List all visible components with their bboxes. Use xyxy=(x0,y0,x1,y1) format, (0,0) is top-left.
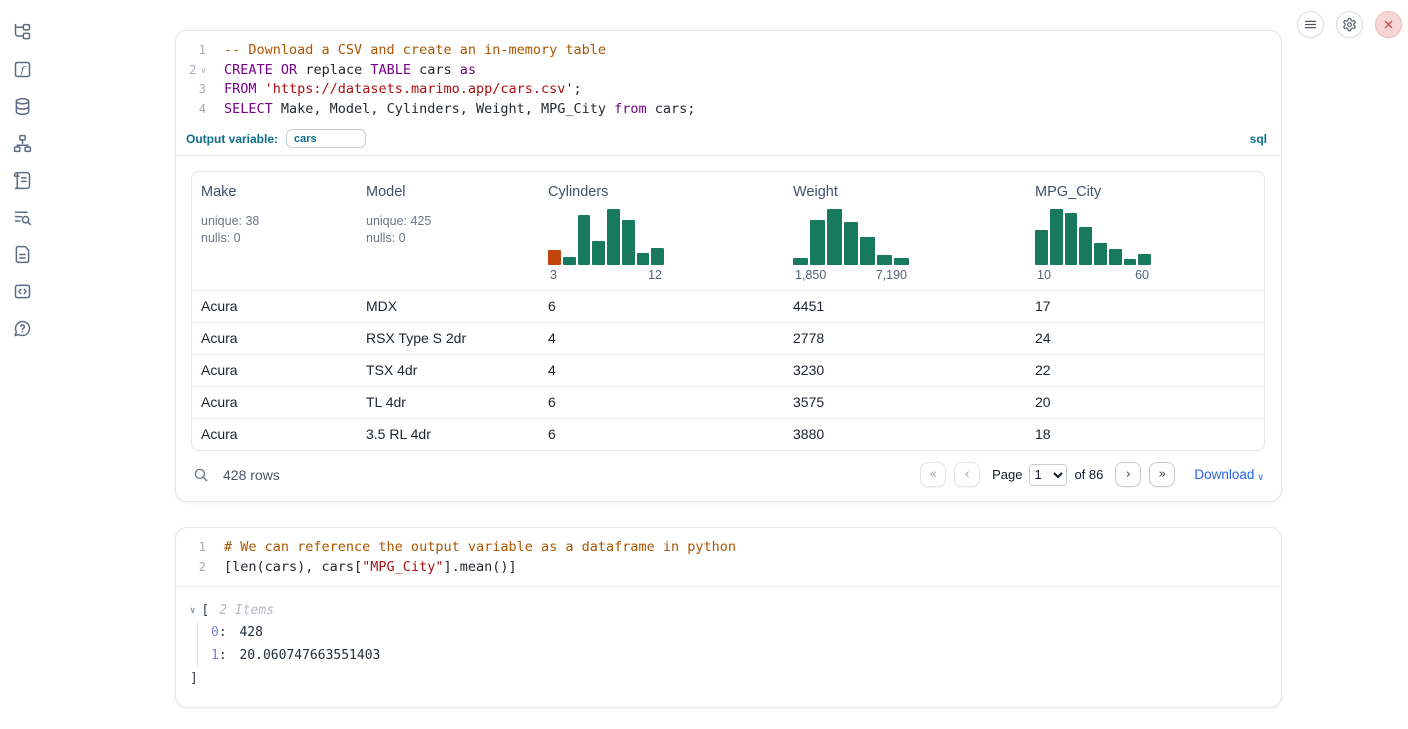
previous-page-button[interactable]: ‹ xyxy=(954,462,980,487)
database-icon[interactable] xyxy=(12,96,33,117)
search-icon[interactable] xyxy=(192,466,210,484)
menu-button[interactable] xyxy=(1297,11,1324,38)
python-cell: 1# We can reference the output variable … xyxy=(175,527,1282,708)
mpg-axis-max: 60 xyxy=(1135,268,1149,282)
column-header-cylinders[interactable]: Cylinders 3 12 xyxy=(539,184,784,290)
table-footer: 428 rows « ‹ Page 1 of 86 › » Download xyxy=(176,451,1281,501)
row-count: 428 rows xyxy=(223,467,280,483)
menu-icon xyxy=(1303,17,1318,32)
table-row[interactable]: Acura RSX Type S 2dr 4 2778 24 xyxy=(192,322,1264,354)
window-controls xyxy=(1297,11,1402,38)
help-icon[interactable] xyxy=(12,318,33,339)
items-count-label: 2 Items xyxy=(219,603,274,618)
collapse-icon[interactable] xyxy=(190,606,195,616)
shutdown-button[interactable] xyxy=(1375,11,1402,38)
notebook: 1-- Download a CSV and create an in-memo… xyxy=(175,30,1282,708)
page-select[interactable]: 1 xyxy=(1029,464,1067,486)
column-header-model[interactable]: Model unique: 425 nulls: 0 xyxy=(357,184,539,290)
result-table: Make unique: 38 nulls: 0 Model unique: 4… xyxy=(191,171,1265,451)
mpg-axis-min: 10 xyxy=(1037,268,1051,282)
column-header-weight[interactable]: Weight 1,850 7,190 xyxy=(784,184,1026,290)
text-search-icon[interactable] xyxy=(12,207,33,228)
gear-icon xyxy=(1342,17,1357,32)
snippets-icon[interactable] xyxy=(12,281,33,302)
weight-histogram xyxy=(793,209,909,265)
column-header-make[interactable]: Make unique: 38 nulls: 0 xyxy=(192,184,357,290)
svg-text:f: f xyxy=(19,64,26,76)
dependency-graph-icon[interactable] xyxy=(12,133,33,154)
list-item: 1: 20.060747663551403 xyxy=(211,645,1281,668)
table-row[interactable]: Acura TSX 4dr 4 3230 22 xyxy=(192,354,1264,386)
documentation-icon[interactable] xyxy=(12,244,33,265)
open-bracket: [ xyxy=(201,603,209,618)
language-badge: sql xyxy=(1250,132,1267,146)
table-header-row: Make unique: 38 nulls: 0 Model unique: 4… xyxy=(192,172,1264,290)
make-nulls-stat: nulls: 0 xyxy=(201,230,357,247)
weight-axis-max: 7,190 xyxy=(876,268,907,282)
logs-icon[interactable] xyxy=(12,170,33,191)
close-icon xyxy=(1381,17,1396,32)
first-page-button[interactable]: « xyxy=(920,462,946,487)
close-bracket: ] xyxy=(190,669,1281,689)
output-variable-label: Output variable: xyxy=(186,132,278,146)
cylinders-histogram xyxy=(548,209,664,265)
model-nulls-stat: nulls: 0 xyxy=(366,230,539,247)
cylinders-axis-max: 12 xyxy=(648,268,662,282)
page-label: Page xyxy=(992,467,1022,482)
output-variable-input[interactable] xyxy=(286,129,366,148)
next-page-button[interactable]: › xyxy=(1115,462,1141,487)
table-row[interactable]: Acura 3.5 RL 4dr 6 3880 18 xyxy=(192,418,1264,450)
output-variable-bar: Output variable: sql xyxy=(176,126,1281,156)
pagination: « ‹ Page 1 of 86 › » Download xyxy=(920,462,1264,487)
list-item: 0: 428 xyxy=(211,622,1281,645)
cylinders-axis-min: 3 xyxy=(550,268,557,282)
chevron-down-icon xyxy=(1257,468,1264,483)
table-row[interactable]: Acura TL 4dr 6 3575 20 xyxy=(192,386,1264,418)
make-unique-stat: unique: 38 xyxy=(201,213,357,230)
functions-icon[interactable]: f xyxy=(12,59,33,80)
column-header-mpg-city[interactable]: MPG_City 10 60 xyxy=(1026,184,1264,290)
model-unique-stat: unique: 425 xyxy=(366,213,539,230)
page-total-label: of 86 xyxy=(1074,467,1103,482)
settings-button[interactable] xyxy=(1336,11,1363,38)
python-code-editor[interactable]: 1# We can reference the output variable … xyxy=(176,528,1281,587)
list-output: [ 2 Items 0: 428 1: 20.060747663551403 ] xyxy=(176,587,1281,707)
helper-sidebar: f xyxy=(0,0,44,339)
sql-code-editor[interactable]: 1-- Download a CSV and create an in-memo… xyxy=(176,31,1281,126)
download-button[interactable]: Download xyxy=(1194,466,1264,483)
file-tree-icon[interactable] xyxy=(12,22,33,43)
sql-cell: 1-- Download a CSV and create an in-memo… xyxy=(175,30,1282,502)
mpg-city-histogram xyxy=(1035,209,1151,265)
table-row[interactable]: Acura MDX 6 4451 17 xyxy=(192,290,1264,322)
last-page-button[interactable]: » xyxy=(1149,462,1175,487)
weight-axis-min: 1,850 xyxy=(795,268,826,282)
